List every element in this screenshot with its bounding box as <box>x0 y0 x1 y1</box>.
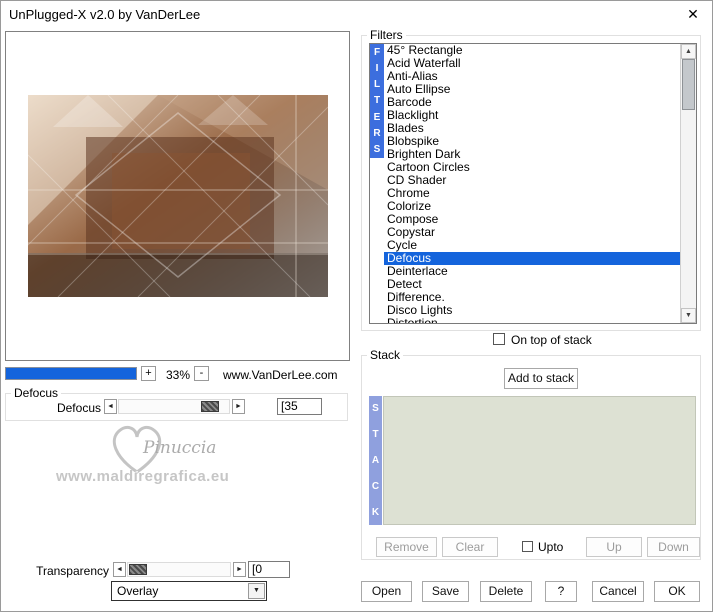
clear-button[interactable]: Clear <box>442 537 498 557</box>
dropdown-arrow-icon[interactable]: ▼ <box>248 583 265 599</box>
filters-scrollbar[interactable]: ▲ ▼ <box>680 44 696 323</box>
on-top-checkbox-label: On top of stack <box>511 333 592 347</box>
zoom-out-button[interactable]: - <box>194 366 209 381</box>
remove-button[interactable]: Remove <box>376 537 437 557</box>
help-button[interactable]: ? <box>545 581 577 602</box>
filter-list-item[interactable]: Blobspike <box>384 135 680 148</box>
filter-list-item[interactable]: Disco Lights <box>384 304 680 317</box>
filter-list-item[interactable]: Colorize <box>384 200 680 213</box>
defocus-slider-handle[interactable] <box>201 401 219 412</box>
defocus-left-arrow-icon[interactable]: ◄ <box>104 399 117 414</box>
filter-list-item[interactable]: Brighten Dark <box>384 148 680 161</box>
blend-mode-dropdown[interactable]: Overlay ▼ <box>111 581 267 601</box>
filter-list-item[interactable]: Copystar <box>384 226 680 239</box>
title-bar: UnPlugged-X v2.0 by VanDerLee ✕ <box>1 1 712 27</box>
watermark-name: Pinuccia <box>143 438 217 458</box>
filters-items: 45° Rectangle Acid Waterfall Anti-Alias Aut… <box>384 44 680 323</box>
preview-progress-bar <box>5 367 137 380</box>
cancel-button[interactable]: Cancel <box>592 581 644 602</box>
scroll-up-icon[interactable]: ▲ <box>681 44 696 59</box>
ok-button[interactable]: OK <box>654 581 700 602</box>
filter-list-item[interactable]: Blades <box>384 122 680 135</box>
filter-list-item[interactable]: Anti-Alias <box>384 70 680 83</box>
window-title: UnPlugged-X v2.0 by VanDerLee <box>9 7 201 22</box>
filter-list-item[interactable]: Barcode <box>384 96 680 109</box>
filters-group-label: Filters <box>367 28 406 42</box>
defocus-slider[interactable] <box>118 399 230 414</box>
stack-group-label: Stack <box>367 348 404 362</box>
vendor-website-link[interactable]: www.VanDerLee.com <box>223 368 338 382</box>
filter-list-item[interactable]: Difference. <box>384 291 680 304</box>
stack-vertical-label: STACK <box>369 396 382 525</box>
filter-list-item[interactable]: CD Shader <box>384 174 680 187</box>
heart-icon <box>113 425 161 474</box>
open-button[interactable]: Open <box>361 581 412 602</box>
zoom-in-button[interactable]: + <box>141 366 156 381</box>
scroll-down-icon[interactable]: ▼ <box>681 308 696 323</box>
stack-listbox[interactable] <box>383 396 696 525</box>
down-button[interactable]: Down <box>647 537 700 557</box>
scrollbar-thumb[interactable] <box>682 59 695 110</box>
add-to-stack-button[interactable]: Add to stack <box>504 368 578 389</box>
defocus-slider-label: Defocus <box>56 401 101 415</box>
unplugged-dialog: UnPlugged-X v2.0 by VanDerLee ✕ + 33% - … <box>0 0 713 612</box>
upto-checkbox-label: Upto <box>538 540 564 554</box>
filter-list-item[interactable]: Cycle <box>384 239 680 252</box>
zoom-level: 33% <box>165 368 191 382</box>
filters-listbox: FILTERS 45° Rectangle Acid Waterfall Anti-… <box>369 43 697 324</box>
blend-mode-selected: Overlay <box>117 584 159 598</box>
filter-list-item[interactable]: Acid Waterfall <box>384 57 680 70</box>
transparency-value-field[interactable]: [0 <box>248 561 290 578</box>
transparency-right-arrow-icon[interactable]: ► <box>233 562 246 577</box>
filter-list-item[interactable]: 45° Rectangle <box>384 44 680 57</box>
filter-list-item[interactable]: Auto Ellipse <box>384 83 680 96</box>
filter-list-item[interactable]: Distortion <box>384 317 680 323</box>
save-button[interactable]: Save <box>422 581 469 602</box>
preview-image[interactable] <box>28 95 328 297</box>
filter-list-item[interactable]: Compose <box>384 213 680 226</box>
filter-list-item[interactable]: Defocus <box>384 252 680 265</box>
up-button[interactable]: Up <box>586 537 642 557</box>
on-top-checkbox[interactable] <box>493 333 505 345</box>
filter-list-item[interactable]: Cartoon Circles <box>384 161 680 174</box>
transparency-slider-handle[interactable] <box>129 564 147 575</box>
transparency-slider[interactable] <box>127 562 231 577</box>
transparency-label: Transparency <box>36 564 109 578</box>
watermark-site: www.maldiregrafica.eu <box>56 468 230 485</box>
defocus-group-label: Defocus <box>11 386 62 400</box>
filter-list-item[interactable]: Deinterlace <box>384 265 680 278</box>
upto-checkbox[interactable] <box>522 541 533 552</box>
filter-list-item[interactable]: Detect <box>384 278 680 291</box>
delete-button[interactable]: Delete <box>480 581 532 602</box>
defocus-right-arrow-icon[interactable]: ► <box>232 399 245 414</box>
close-icon[interactable]: ✕ <box>684 5 702 23</box>
filter-list-item[interactable]: Chrome <box>384 187 680 200</box>
filter-list-item[interactable]: Blacklight <box>384 109 680 122</box>
transparency-left-arrow-icon[interactable]: ◄ <box>113 562 126 577</box>
preview-panel <box>5 31 350 361</box>
filters-vertical-label: FILTERS <box>370 44 384 158</box>
defocus-value-field[interactable]: [35 <box>277 398 322 415</box>
